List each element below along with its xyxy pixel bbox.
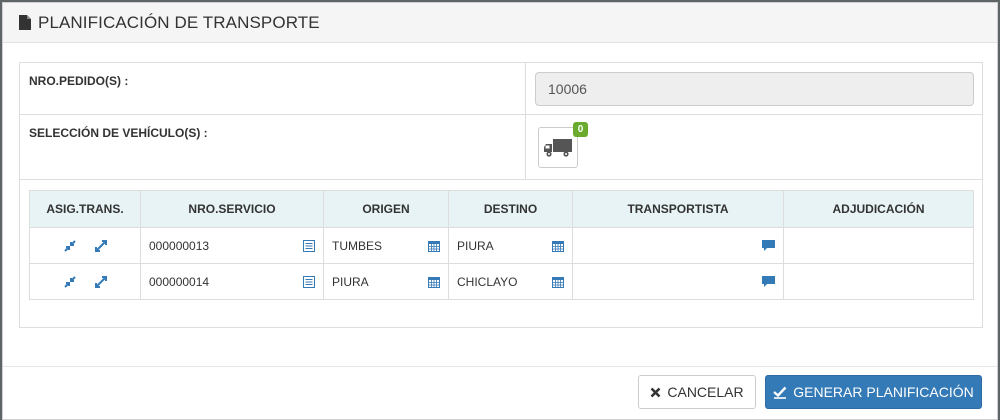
adjudicacion-cell [783, 227, 974, 264]
generate-planning-button[interactable]: GENERAR PLANIFICACIÓN [765, 375, 982, 409]
vehicle-count-badge: 0 [573, 122, 588, 137]
origen-value: PIURA [332, 274, 369, 289]
servicio-value: 000000014 [149, 274, 210, 289]
transportista-cell [572, 263, 784, 300]
origen-cell: PIURA [323, 263, 449, 300]
col-header-servicio: NRO.SERVICIO [140, 190, 324, 228]
check-icon [773, 386, 787, 399]
asig-cell [29, 227, 141, 264]
file-icon [19, 15, 31, 30]
cancel-label: CANCELAR [667, 384, 744, 400]
destino-value: CHICLAYO [457, 274, 518, 289]
compress-icon[interactable] [63, 275, 76, 288]
table-header-row: ASIG.TRANS. NRO.SERVICIO ORIGEN DESTINO … [29, 190, 974, 228]
destino-cell: CHICLAYO [448, 263, 573, 300]
table-row: 000000014 PIURA CHICLAYO [29, 263, 974, 300]
modal-footer: CANCELAR GENERAR PLANIFICACIÓN [3, 366, 997, 419]
vehiculo-label: SELECCIÓN DE VEHÍCULO(S) : [29, 126, 208, 140]
asig-cell [29, 263, 141, 300]
expand-icon[interactable] [94, 239, 107, 252]
col-header-asig: ASIG.TRANS. [29, 190, 141, 228]
compress-icon[interactable] [63, 239, 76, 252]
calendar-icon[interactable] [552, 276, 564, 288]
comment-icon[interactable] [762, 275, 775, 288]
pedido-field[interactable]: 10006 [535, 72, 974, 106]
servicio-cell: 000000013 [140, 227, 324, 264]
transportista-cell [572, 227, 784, 264]
form-panel: NRO.PEDIDO(S) : 10006 SELECCIÓN DE VEHÍC… [19, 62, 983, 328]
destino-cell: PIURA [448, 227, 573, 264]
calendar-icon[interactable] [552, 240, 564, 252]
origen-value: TUMBES [332, 238, 383, 253]
truck-icon [544, 138, 572, 157]
destino-value: PIURA [457, 238, 494, 253]
list-icon[interactable] [303, 239, 315, 252]
col-header-transportista: TRANSPORTISTA [572, 190, 784, 228]
close-icon [650, 387, 661, 397]
services-table: ASIG.TRANS. NRO.SERVICIO ORIGEN DESTINO … [29, 190, 974, 300]
col-header-origen: ORIGEN [323, 190, 449, 228]
servicio-value: 000000013 [149, 238, 210, 253]
adjudicacion-cell [783, 263, 974, 300]
generate-label: GENERAR PLANIFICACIÓN [793, 384, 974, 400]
vehiculo-row: SELECCIÓN DE VEHÍCULO(S) : 0 [20, 115, 982, 180]
modal-title: PLANIFICACIÓN DE TRANSPORTE [38, 12, 320, 32]
servicio-cell: 000000014 [140, 263, 324, 300]
calendar-icon[interactable] [428, 240, 440, 252]
modal-header: PLANIFICACIÓN DE TRANSPORTE [3, 3, 997, 43]
expand-icon[interactable] [94, 275, 107, 288]
vehicle-select-button[interactable] [538, 127, 578, 168]
pedido-row: NRO.PEDIDO(S) : 10006 [20, 63, 982, 115]
col-header-destino: DESTINO [448, 190, 573, 228]
planning-modal: PLANIFICACIÓN DE TRANSPORTE NRO.PEDIDO(S… [2, 2, 998, 420]
calendar-icon[interactable] [428, 276, 440, 288]
pedido-label: NRO.PEDIDO(S) : [29, 74, 129, 88]
cancel-button[interactable]: CANCELAR [638, 375, 756, 409]
table-row: 000000013 TUMBES PIURA [29, 227, 974, 264]
col-header-adjudicacion: ADJUDICACIÓN [783, 190, 974, 228]
list-icon[interactable] [303, 275, 315, 288]
comment-icon[interactable] [762, 239, 775, 252]
origen-cell: TUMBES [323, 227, 449, 264]
